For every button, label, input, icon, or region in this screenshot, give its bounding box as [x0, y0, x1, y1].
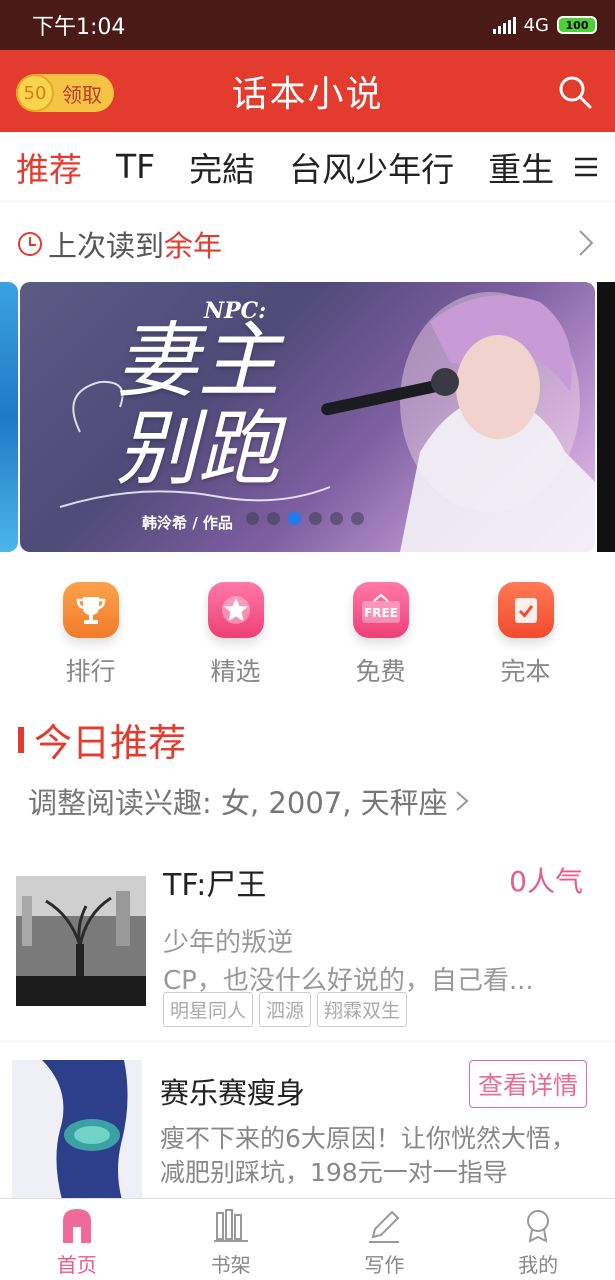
tab-recommend[interactable]: 推荐	[16, 143, 82, 201]
last-read-row[interactable]: 上次读到 余年	[18, 214, 603, 274]
carousel-dot[interactable]	[309, 512, 322, 525]
signal-icon	[492, 16, 516, 34]
book-tag[interactable]: 翔霖双生	[317, 992, 408, 1027]
ad-title: 赛乐赛瘦身	[160, 1076, 306, 1110]
app-bar: 50 领取 话本小说	[0, 50, 615, 132]
claim-label: 领取	[62, 82, 102, 107]
bottom-nav: 首页 书架 写作 我的	[0, 1198, 615, 1280]
shortcut-free[interactable]: FREE 免费	[308, 582, 453, 692]
nav-profile-label: 我的	[518, 1253, 559, 1277]
book-tag[interactable]: 明星同人	[163, 992, 254, 1027]
interest-text: 调整阅读兴趣: 女, 2007, 天秤座	[28, 786, 448, 820]
battery-level: 100	[565, 18, 589, 32]
tab-completed[interactable]: 完結	[189, 143, 255, 191]
tab-typhoon-youth[interactable]: 台风少年行	[289, 143, 454, 191]
tab-menu-button[interactable]	[557, 132, 615, 201]
shortcut-completed[interactable]: 完本	[453, 582, 598, 692]
book-cover-image	[16, 876, 146, 1006]
shortcut-row: 排行 精选 FREE 免费 完本	[0, 582, 615, 692]
clock-icon	[18, 232, 42, 256]
tab-rebirth[interactable]: 重生	[488, 143, 554, 191]
last-read-book: 余年	[164, 229, 223, 263]
carousel-dot[interactable]	[351, 512, 364, 525]
shortcut-featured[interactable]: 精选	[163, 582, 308, 692]
shortcut-featured-label: 精选	[210, 657, 261, 686]
next-banner-peek[interactable]	[597, 282, 615, 552]
free-icon: FREE	[352, 582, 409, 638]
adjust-interest-link[interactable]: 调整阅读兴趣: 女, 2007, 天秤座	[28, 780, 470, 822]
shortcut-completed-label: 完本	[500, 657, 551, 686]
book-list-item[interactable]: TF:尸王 0人气 少年的叛逆 CP，也没什么好说的，自己看... 明星同人 泗…	[0, 856, 615, 1042]
nav-write[interactable]: 写作	[308, 1199, 462, 1280]
network-label: 4G	[523, 14, 549, 36]
carousel-dot[interactable]	[246, 512, 259, 525]
battery-icon: 100	[557, 16, 597, 34]
status-time: 下午1:04	[32, 15, 126, 40]
book-tag[interactable]: 泗源	[259, 992, 312, 1027]
nav-home-label: 首页	[56, 1253, 97, 1277]
banner-carousel[interactable]: NPC: 妻主别跑 韩泠希 / 作品	[0, 282, 615, 554]
star-icon	[207, 582, 264, 638]
search-icon	[559, 76, 592, 109]
shortcut-ranking[interactable]: 排行	[18, 582, 163, 692]
pen-icon	[369, 1210, 400, 1243]
home-icon	[62, 1209, 91, 1243]
prev-banner-peek[interactable]	[0, 282, 18, 552]
nav-bookshelf-label: 书架	[210, 1253, 251, 1277]
banner-slide[interactable]: NPC: 妻主别跑 韩泠希 / 作品	[20, 282, 595, 552]
carousel-dot[interactable]	[267, 512, 280, 525]
book-popularity: 0人气	[509, 865, 583, 898]
ad-description: 瘦不下来的6大原因！让你恍然大悟，减肥别踩坑，198元一对一指导	[160, 1124, 576, 1187]
coin-icon: 50	[16, 74, 54, 112]
checklist-icon	[497, 582, 554, 638]
book-subtitle: 少年的叛逆	[163, 928, 294, 958]
tab-tf[interactable]: TF	[116, 147, 155, 186]
chevron-right-icon	[579, 230, 594, 256]
coin-value: 50	[23, 82, 47, 104]
trophy-icon	[62, 582, 119, 638]
ad-image	[12, 1060, 142, 1200]
nav-profile[interactable]: 我的	[461, 1199, 615, 1280]
book-tags: 明星同人 泗源 翔霖双生	[163, 992, 408, 1027]
app-title: 话本小说	[231, 74, 384, 115]
category-tabs: 推荐 TF 完結 台风少年行 重生	[0, 132, 615, 202]
ad-list-item[interactable]: 赛乐赛瘦身 查看详情 瘦不下来的6大原因！让你恍然大悟，减肥别踩坑，198元一对…	[0, 1060, 615, 1200]
shortcut-ranking-label: 排行	[65, 657, 116, 686]
profile-icon	[527, 1210, 550, 1243]
search-button[interactable]	[557, 74, 593, 110]
status-right: 4G 100	[492, 14, 597, 36]
carousel-dot[interactable]	[288, 512, 301, 525]
section-title: 今日推荐	[18, 712, 186, 767]
banner-cover-author: 韩泠希 / 作品	[142, 514, 233, 532]
banner-cover-title: 妻主别跑	[116, 314, 280, 497]
chevron-right-icon	[456, 791, 469, 811]
carousel-dots	[246, 512, 364, 525]
last-read-prefix: 上次读到	[48, 229, 165, 263]
book-title: TF:尸王	[163, 868, 267, 903]
today-recommend-title: 今日推荐	[34, 721, 187, 765]
nav-write-label: 写作	[364, 1253, 405, 1277]
nav-home[interactable]: 首页	[0, 1199, 154, 1280]
view-details-button[interactable]: 查看详情	[469, 1060, 587, 1108]
section-accent-bar	[18, 726, 24, 753]
claim-coins-button[interactable]: 50 领取	[16, 74, 114, 112]
carousel-dot[interactable]	[330, 512, 343, 525]
nav-bookshelf[interactable]: 书架	[154, 1199, 308, 1280]
menu-icon	[575, 157, 597, 176]
svg-text:FREE: FREE	[364, 606, 398, 620]
shortcut-free-label: 免费	[355, 657, 406, 686]
bookshelf-icon	[213, 1209, 248, 1242]
status-bar: 下午1:04 4G 100	[0, 0, 615, 50]
